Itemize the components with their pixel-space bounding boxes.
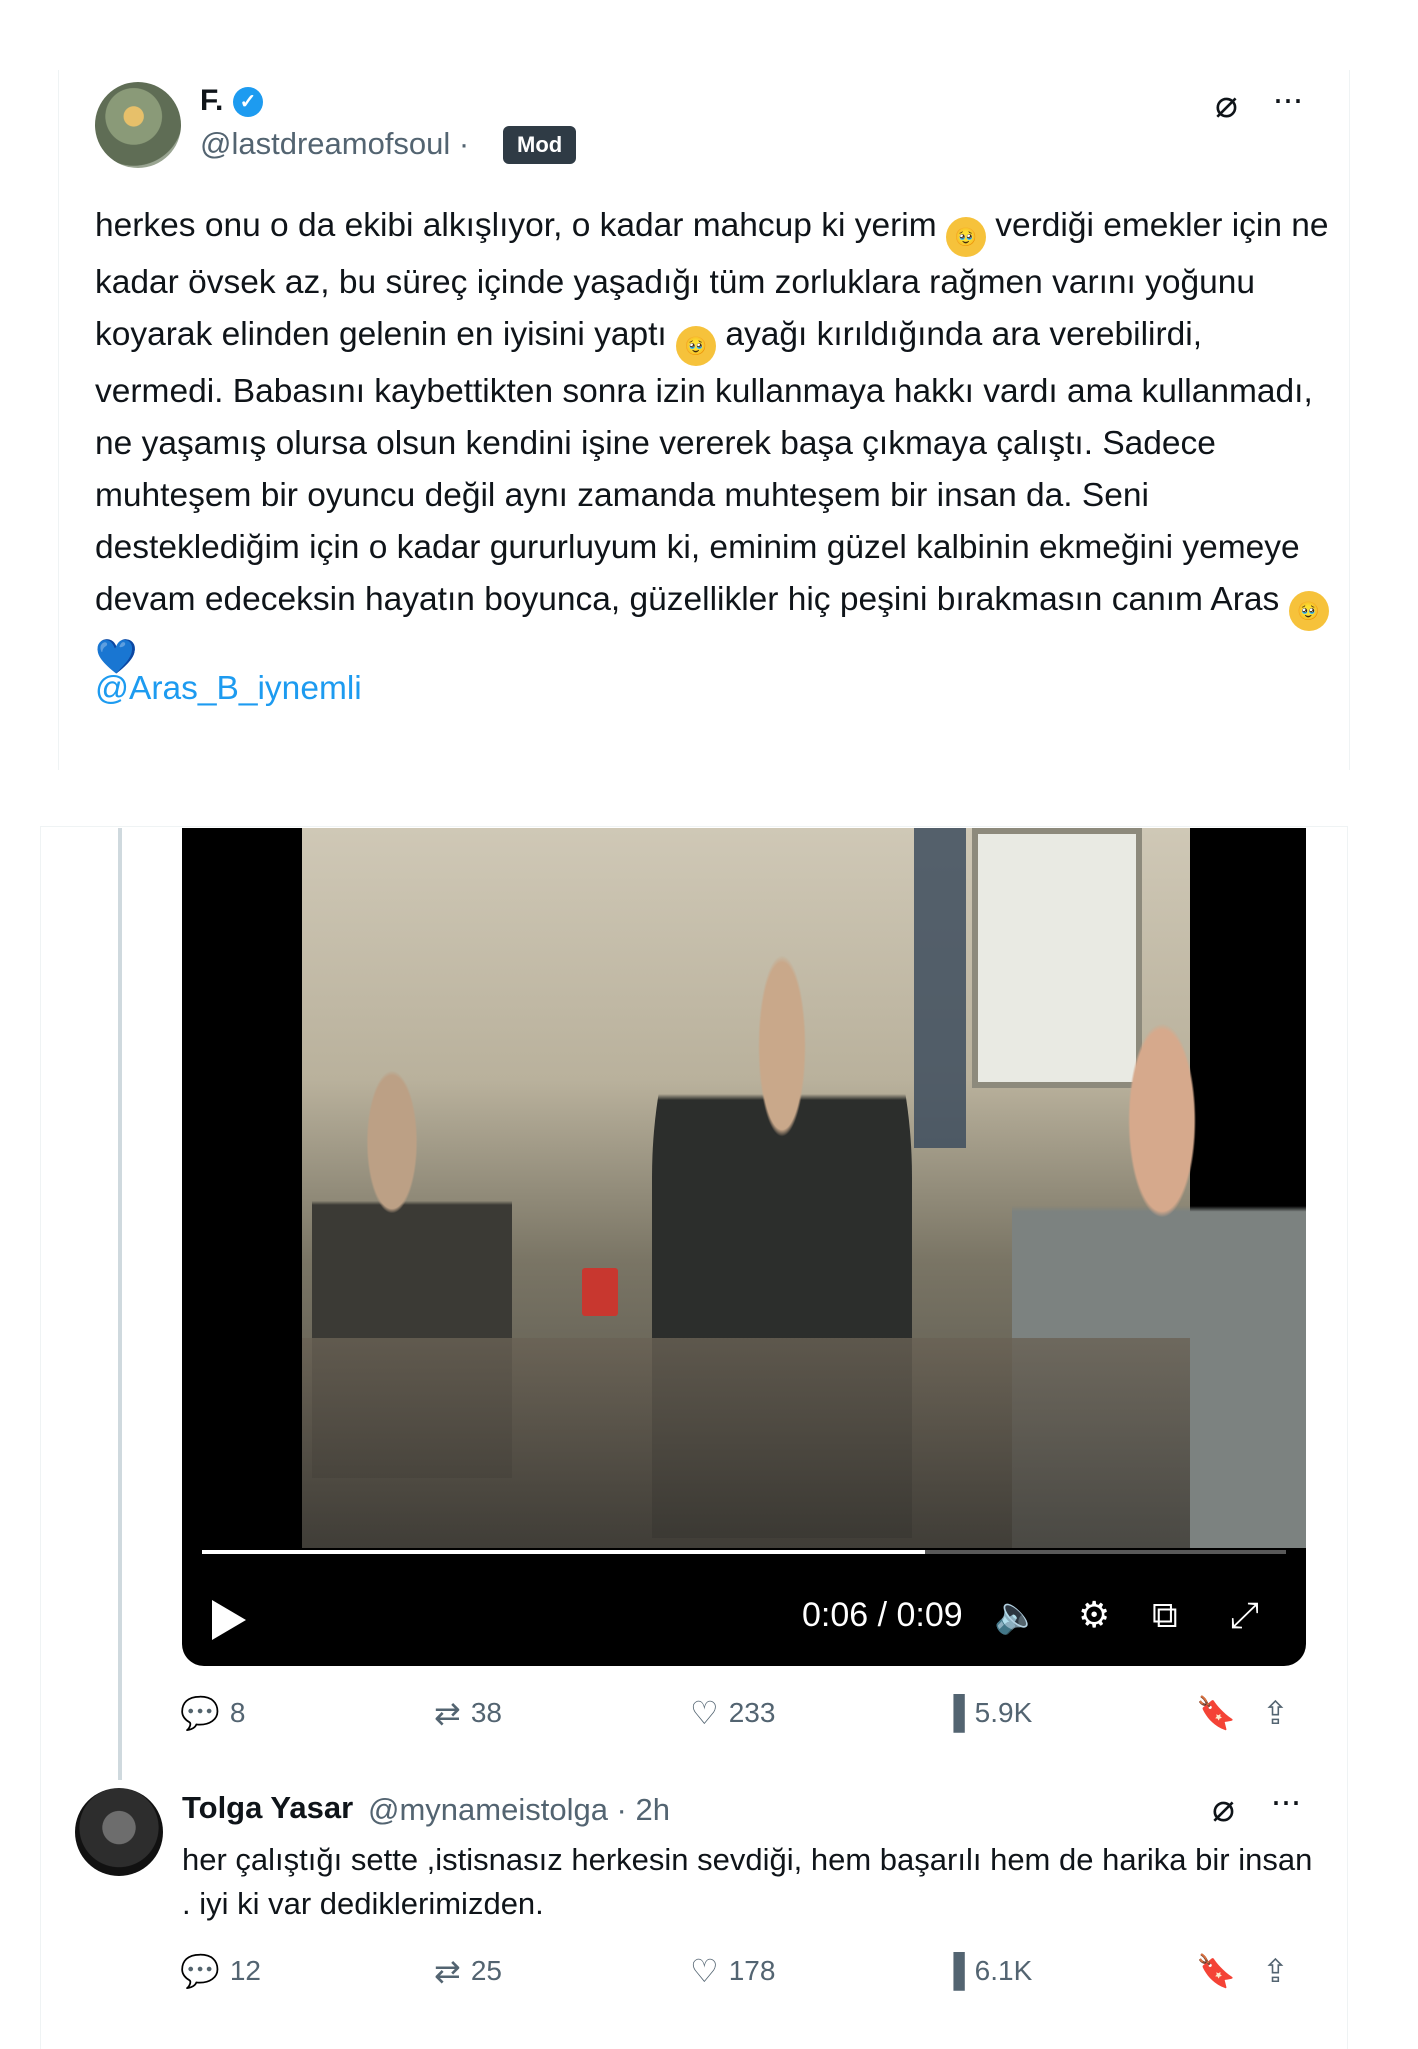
pleading-face-icon: 🥹 <box>676 326 717 366</box>
like-icon: ♡ <box>690 1695 719 1731</box>
mention-link[interactable]: @Aras_B_iynemli <box>95 670 362 708</box>
video-desk <box>302 1338 1190 1548</box>
reply-button[interactable]: 💬 12 <box>180 1952 261 1990</box>
bookmark-icon[interactable]: 🔖 <box>1196 1952 1236 1990</box>
more-icon[interactable]: ··· <box>1270 1780 1302 1822</box>
video-progress-fill <box>202 1550 926 1554</box>
retweet-icon: ⇄ <box>434 1695 461 1731</box>
play-icon[interactable] <box>212 1600 246 1640</box>
reply-icon: 💬 <box>180 1953 220 1989</box>
retweet-count: 25 <box>470 1955 502 1986</box>
video-cup <box>582 1268 618 1316</box>
thread-line <box>118 828 122 1780</box>
fullscreen-icon[interactable]: ⤢ <box>1230 1594 1259 1637</box>
pip-icon[interactable]: ⧉ <box>1152 1594 1178 1637</box>
video-progress-bar[interactable] <box>202 1550 1286 1554</box>
views-button[interactable]: ▐ 5.9K <box>942 1694 1032 1731</box>
retweet-button[interactable]: ⇄ 25 <box>434 1952 502 1990</box>
more-icon[interactable]: ··· <box>1272 78 1304 120</box>
reply-text: her çalıştığı sette ,istisnasız herkesin… <box>182 1842 1313 1921</box>
reply-icon: 💬 <box>180 1695 220 1731</box>
reply-button[interactable]: 💬 8 <box>180 1694 245 1732</box>
video-player[interactable]: 0:06 / 0:09 🔈 ⚙ ⧉ ⤢ <box>182 828 1306 1666</box>
views-icon: ▐ <box>942 1952 965 1988</box>
pleading-face-icon: 🥹 <box>945 217 986 257</box>
share-icon[interactable]: ⇪ <box>1262 1952 1289 1990</box>
reply-author-handle[interactable]: @mynameistolga · 2h <box>368 1792 670 1828</box>
like-button[interactable]: ♡ 233 <box>690 1694 775 1732</box>
video-pillar-scene <box>914 828 966 1148</box>
video-time: 0:06 / 0:09 <box>802 1596 963 1634</box>
pleading-face-icon: 🥹 <box>1288 591 1329 631</box>
author-handle[interactable]: @lastdreamofsoul · <box>200 126 469 162</box>
reply-count: 12 <box>229 1955 261 1986</box>
grok-icon[interactable]: ⌀ <box>1215 82 1238 127</box>
views-count: 6.1K <box>974 1954 1033 1986</box>
avatar[interactable] <box>95 82 181 168</box>
settings-icon[interactable]: ⚙ <box>1078 1594 1110 1636</box>
like-button[interactable]: ♡ 178 <box>690 1952 775 1990</box>
grok-icon[interactable]: ⌀ <box>1212 1786 1235 1831</box>
like-count: 178 <box>728 1955 776 1986</box>
author-name[interactable]: F. <box>200 84 223 118</box>
retweet-count: 38 <box>470 1697 502 1728</box>
share-icon[interactable]: ⇪ <box>1262 1694 1289 1732</box>
reply-count: 8 <box>229 1697 246 1728</box>
bookmark-icon[interactable]: 🔖 <box>1196 1694 1236 1732</box>
post-text-part: herkes onu o da ekibi alkışlıyor, o kada… <box>95 207 946 244</box>
like-icon: ♡ <box>690 1953 719 1989</box>
verified-icon: ✓ <box>233 87 263 117</box>
views-button[interactable]: ▐ 6.1K <box>942 1952 1032 1989</box>
retweet-icon: ⇄ <box>434 1953 461 1989</box>
views-count: 5.9K <box>974 1696 1033 1728</box>
like-count: 233 <box>728 1697 776 1728</box>
views-icon: ▐ <box>942 1694 965 1730</box>
volume-icon[interactable]: 🔈 <box>994 1594 1039 1636</box>
post-text: herkes onu o da ekibi alkışlıyor, o kada… <box>95 200 1335 684</box>
retweet-button[interactable]: ⇄ 38 <box>434 1694 502 1732</box>
reply-author-name[interactable]: Tolga Yasar <box>182 1790 353 1826</box>
mod-badge: Mod <box>503 126 577 164</box>
reply-avatar[interactable] <box>75 1788 163 1876</box>
